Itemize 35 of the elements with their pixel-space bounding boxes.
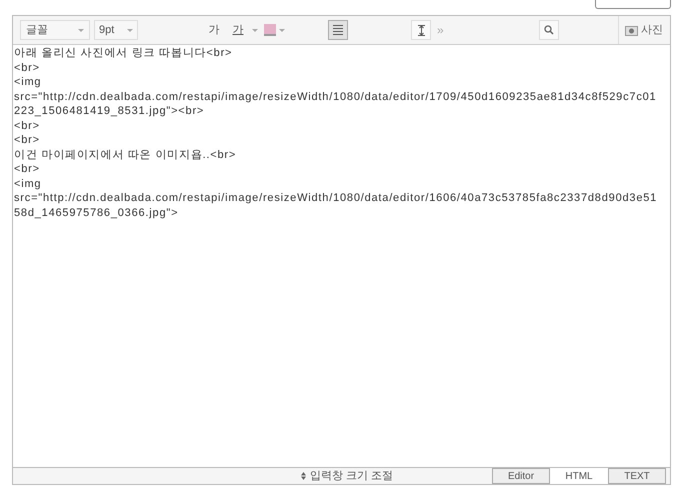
- source-line: src="http://cdn.dealbada.com/restapi/image/resizeWidth/1080/data/editor/1606/40a73c53785fa8c2337d8d90d3e51: [14, 191, 658, 206]
- mode-tab[interactable]: HTML: [550, 468, 608, 484]
- source-line: <br>: [14, 118, 41, 133]
- source-line: <br>: [14, 60, 41, 75]
- source-line: <img: [14, 176, 42, 191]
- underline-button[interactable]: 가: [224, 20, 252, 40]
- line-height-icon: [416, 24, 426, 36]
- up-down-icon: [301, 472, 306, 480]
- more-icon: »: [437, 21, 444, 39]
- mode-tab[interactable]: TEXT: [608, 468, 666, 484]
- camera-icon: [625, 24, 638, 36]
- size-select[interactable]: 9pt: [94, 20, 138, 40]
- caret-icon: [279, 28, 285, 32]
- mode-tab[interactable]: Editor: [492, 468, 550, 484]
- source-line: 이건 마이페이지에서 따온 이미지욥..<br>: [14, 148, 238, 162]
- source-line: 58d_1465975786_0366.jpg">: [14, 206, 180, 220]
- line-height-button[interactable]: [411, 20, 431, 40]
- caret-icon: [127, 28, 133, 32]
- source-line: src="http://cdn.dealbada.com/restapi/image/resizeWidth/1080/data/editor/1709/450d1609235ae81d34c8f529c7c01: [14, 90, 658, 104]
- search-button[interactable]: [538, 20, 559, 40]
- source-line: <img: [14, 75, 42, 90]
- caret-icon: [78, 28, 84, 32]
- highlighter-icon: [264, 24, 276, 36]
- caret-icon: [252, 28, 258, 32]
- source-line: <br>: [14, 162, 41, 176]
- bold-button[interactable]: 가: [204, 20, 224, 40]
- search-icon: [544, 25, 554, 35]
- source-line: <br>: [14, 133, 41, 148]
- top-button[interactable]: [595, 0, 671, 9]
- font-select[interactable]: 글꼴: [20, 20, 90, 40]
- align-button[interactable]: [328, 20, 348, 40]
- resize-handle[interactable]: 입력창 크기 조절: [310, 468, 480, 484]
- source-line: 223_1506481419_8531.jpg"><br>: [14, 104, 206, 118]
- photo-button[interactable]: 사진: [641, 22, 663, 38]
- source-line: 아래 올리신 사진에서 링크 따봅니다<br>: [14, 46, 234, 60]
